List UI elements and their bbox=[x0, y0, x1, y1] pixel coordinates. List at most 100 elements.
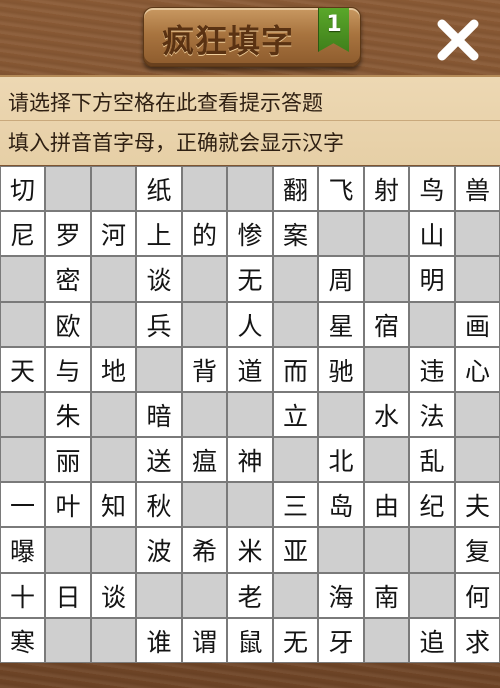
grid-cell-r4-c6[interactable]: 而 bbox=[273, 347, 318, 392]
grid-cell-r7-c6[interactable]: 三 bbox=[273, 482, 318, 527]
grid-cell-r2-c2[interactable] bbox=[91, 256, 136, 302]
grid-cell-r0-c9[interactable]: 鸟 bbox=[409, 166, 455, 211]
grid-cell-r9-c9[interactable] bbox=[409, 573, 455, 618]
grid-cell-r4-c2[interactable]: 地 bbox=[91, 347, 136, 392]
grid-cell-r7-c10[interactable]: 夫 bbox=[455, 482, 500, 527]
grid-cell-r4-c1[interactable]: 与 bbox=[45, 347, 91, 392]
grid-cell-r3-c4[interactable] bbox=[182, 302, 227, 347]
grid-cell-r10-c4[interactable]: 谓 bbox=[182, 618, 227, 663]
grid-cell-r0-c4[interactable] bbox=[182, 166, 227, 211]
grid-cell-r3-c8[interactable]: 宿 bbox=[364, 302, 409, 347]
grid-cell-r7-c7[interactable]: 岛 bbox=[318, 482, 364, 527]
grid-cell-r7-c3[interactable]: 秋 bbox=[136, 482, 182, 527]
grid-cell-r9-c2[interactable]: 谈 bbox=[91, 573, 136, 618]
close-button[interactable] bbox=[432, 14, 484, 66]
grid-cell-r0-c7[interactable]: 飞 bbox=[318, 166, 364, 211]
grid-cell-r7-c1[interactable]: 叶 bbox=[45, 482, 91, 527]
grid-cell-r8-c10[interactable]: 复 bbox=[455, 527, 500, 573]
grid-cell-r5-c9[interactable]: 法 bbox=[409, 392, 455, 437]
grid-cell-r8-c5[interactable]: 米 bbox=[227, 527, 273, 573]
grid-cell-r7-c9[interactable]: 纪 bbox=[409, 482, 455, 527]
grid-cell-r10-c8[interactable] bbox=[364, 618, 409, 663]
grid-cell-r5-c5[interactable] bbox=[227, 392, 273, 437]
grid-cell-r2-c3[interactable]: 谈 bbox=[136, 256, 182, 302]
grid-cell-r3-c0[interactable] bbox=[0, 302, 45, 347]
grid-cell-r5-c6[interactable]: 立 bbox=[273, 392, 318, 437]
grid-cell-r1-c8[interactable] bbox=[364, 211, 409, 256]
grid-cell-r3-c7[interactable]: 星 bbox=[318, 302, 364, 347]
grid-cell-r5-c2[interactable] bbox=[91, 392, 136, 437]
grid-cell-r4-c4[interactable]: 背 bbox=[182, 347, 227, 392]
grid-cell-r6-c0[interactable] bbox=[0, 437, 45, 482]
grid-cell-r0-c3[interactable]: 纸 bbox=[136, 166, 182, 211]
grid-cell-r4-c10[interactable]: 心 bbox=[455, 347, 500, 392]
grid-cell-r7-c0[interactable]: 一 bbox=[0, 482, 45, 527]
grid-cell-r2-c10[interactable] bbox=[455, 256, 500, 302]
grid-cell-r7-c4[interactable] bbox=[182, 482, 227, 527]
grid-cell-r10-c5[interactable]: 鼠 bbox=[227, 618, 273, 663]
grid-cell-r4-c3[interactable] bbox=[136, 347, 182, 392]
grid-cell-r10-c2[interactable] bbox=[91, 618, 136, 663]
grid-cell-r9-c0[interactable]: 十 bbox=[0, 573, 45, 618]
grid-cell-r0-c1[interactable] bbox=[45, 166, 91, 211]
grid-cell-r3-c10[interactable]: 画 bbox=[455, 302, 500, 347]
grid-cell-r9-c3[interactable] bbox=[136, 573, 182, 618]
grid-cell-r3-c5[interactable]: 人 bbox=[227, 302, 273, 347]
grid-cell-r10-c3[interactable]: 谁 bbox=[136, 618, 182, 663]
grid-cell-r6-c5[interactable]: 神 bbox=[227, 437, 273, 482]
grid-cell-r3-c2[interactable] bbox=[91, 302, 136, 347]
grid-cell-r2-c4[interactable] bbox=[182, 256, 227, 302]
grid-cell-r6-c2[interactable] bbox=[91, 437, 136, 482]
grid-cell-r9-c1[interactable]: 日 bbox=[45, 573, 91, 618]
grid-cell-r4-c7[interactable]: 驰 bbox=[318, 347, 364, 392]
grid-cell-r5-c7[interactable] bbox=[318, 392, 364, 437]
grid-cell-r2-c5[interactable]: 无 bbox=[227, 256, 273, 302]
grid-cell-r5-c3[interactable]: 暗 bbox=[136, 392, 182, 437]
grid-cell-r10-c0[interactable]: 寒 bbox=[0, 618, 45, 663]
grid-cell-r2-c6[interactable] bbox=[273, 256, 318, 302]
grid-cell-r2-c1[interactable]: 密 bbox=[45, 256, 91, 302]
grid-cell-r9-c10[interactable]: 何 bbox=[455, 573, 500, 618]
grid-cell-r1-c9[interactable]: 山 bbox=[409, 211, 455, 256]
grid-cell-r6-c1[interactable]: 丽 bbox=[45, 437, 91, 482]
grid-cell-r1-c10[interactable] bbox=[455, 211, 500, 256]
grid-cell-r10-c1[interactable] bbox=[45, 618, 91, 663]
grid-cell-r4-c8[interactable] bbox=[364, 347, 409, 392]
grid-cell-r6-c9[interactable]: 乱 bbox=[409, 437, 455, 482]
grid-cell-r6-c4[interactable]: 瘟 bbox=[182, 437, 227, 482]
grid-cell-r10-c10[interactable]: 求 bbox=[455, 618, 500, 663]
grid-cell-r1-c1[interactable]: 罗 bbox=[45, 211, 91, 256]
grid-cell-r3-c6[interactable] bbox=[273, 302, 318, 347]
grid-cell-r6-c3[interactable]: 送 bbox=[136, 437, 182, 482]
grid-cell-r7-c5[interactable] bbox=[227, 482, 273, 527]
grid-cell-r3-c3[interactable]: 兵 bbox=[136, 302, 182, 347]
grid-cell-r1-c2[interactable]: 河 bbox=[91, 211, 136, 256]
grid-cell-r8-c4[interactable]: 希 bbox=[182, 527, 227, 573]
grid-cell-r9-c8[interactable]: 南 bbox=[364, 573, 409, 618]
grid-cell-r0-c5[interactable] bbox=[227, 166, 273, 211]
grid-cell-r8-c3[interactable]: 波 bbox=[136, 527, 182, 573]
grid-cell-r10-c7[interactable]: 牙 bbox=[318, 618, 364, 663]
grid-cell-r8-c1[interactable] bbox=[45, 527, 91, 573]
grid-cell-r0-c0[interactable]: 切 bbox=[0, 166, 45, 211]
grid-cell-r6-c6[interactable] bbox=[273, 437, 318, 482]
grid-cell-r1-c5[interactable]: 惨 bbox=[227, 211, 273, 256]
grid-cell-r4-c5[interactable]: 道 bbox=[227, 347, 273, 392]
grid-cell-r3-c9[interactable] bbox=[409, 302, 455, 347]
grid-cell-r3-c1[interactable]: 欧 bbox=[45, 302, 91, 347]
grid-cell-r0-c6[interactable]: 翻 bbox=[273, 166, 318, 211]
grid-cell-r9-c4[interactable] bbox=[182, 573, 227, 618]
grid-cell-r8-c2[interactable] bbox=[91, 527, 136, 573]
grid-cell-r9-c5[interactable]: 老 bbox=[227, 573, 273, 618]
grid-cell-r6-c8[interactable] bbox=[364, 437, 409, 482]
grid-cell-r8-c9[interactable] bbox=[409, 527, 455, 573]
grid-cell-r9-c6[interactable] bbox=[273, 573, 318, 618]
grid-cell-r10-c9[interactable]: 追 bbox=[409, 618, 455, 663]
grid-cell-r1-c4[interactable]: 的 bbox=[182, 211, 227, 256]
grid-cell-r0-c8[interactable]: 射 bbox=[364, 166, 409, 211]
grid-cell-r5-c0[interactable] bbox=[0, 392, 45, 437]
grid-cell-r7-c8[interactable]: 由 bbox=[364, 482, 409, 527]
grid-cell-r4-c9[interactable]: 违 bbox=[409, 347, 455, 392]
grid-cell-r1-c3[interactable]: 上 bbox=[136, 211, 182, 256]
grid-cell-r8-c6[interactable]: 亚 bbox=[273, 527, 318, 573]
